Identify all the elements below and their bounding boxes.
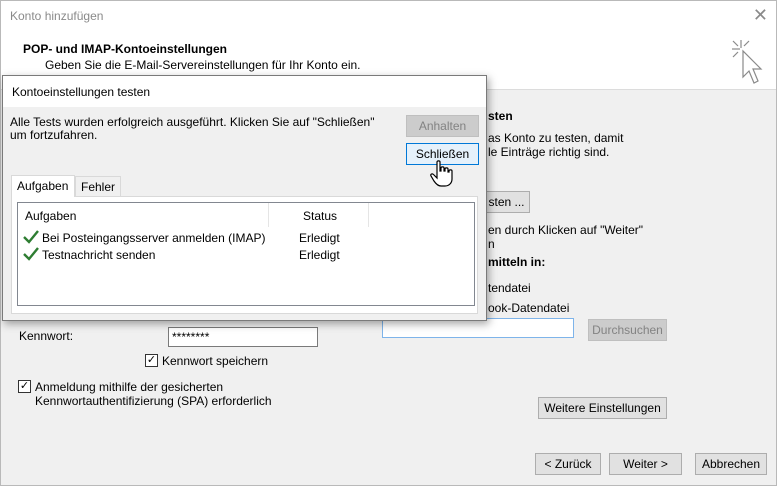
next-button[interactable]: Weiter > bbox=[609, 453, 682, 475]
test-settings-text-line2: le Einträge richtig sind. bbox=[488, 145, 610, 159]
window-title: Konto hinzufügen bbox=[10, 9, 104, 23]
task-name: Testnachricht senden bbox=[42, 248, 156, 262]
password-input[interactable]: ******** bbox=[168, 327, 318, 347]
task-list[interactable]: Aufgaben Status Bei Posteingangsserver a… bbox=[17, 202, 475, 306]
task-row[interactable]: Testnachricht senden Erledigt bbox=[18, 247, 474, 264]
column-header-tasks[interactable]: Aufgaben bbox=[25, 209, 76, 223]
test-account-settings-dialog: Kontoeinstellungen testen Alle Tests wur… bbox=[2, 75, 487, 321]
test-account-settings-button[interactable]: sten ... bbox=[483, 191, 530, 213]
page-subtitle: Geben Sie die E-Mail-Servereinstellungen… bbox=[45, 58, 361, 72]
browse-button[interactable]: Durchsuchen bbox=[588, 319, 667, 341]
test-settings-text-line1: as Konto zu testen, damit bbox=[488, 131, 624, 145]
checkmark-icon bbox=[23, 230, 39, 244]
checkmark-icon bbox=[23, 247, 39, 261]
option-existing-data-file[interactable]: ook-Datendatei bbox=[488, 301, 569, 315]
tab-errors[interactable]: Fehler bbox=[75, 176, 121, 197]
auto-test-text-line2: n bbox=[488, 237, 495, 251]
data-file-path-input[interactable] bbox=[382, 318, 574, 338]
option-new-data-file[interactable]: tendatei bbox=[488, 281, 531, 295]
spa-label-line2: Kennwortauthentifizierung (SPA) erforder… bbox=[35, 394, 272, 408]
back-button[interactable]: < Zurück bbox=[535, 453, 601, 475]
more-settings-button[interactable]: Weitere Einstellungen bbox=[538, 397, 667, 419]
window-titlebar: Konto hinzufügen ✕ bbox=[1, 1, 776, 32]
tab-tasks[interactable]: Aufgaben bbox=[11, 175, 75, 197]
remember-password-label: Kennwort speichern bbox=[162, 354, 269, 368]
test-settings-heading: sten bbox=[488, 109, 513, 123]
dialog-message: Alle Tests wurden erfolgreich ausgeführt… bbox=[10, 115, 375, 142]
auto-test-text-line1: en durch Klicken auf "Weiter" bbox=[488, 223, 644, 237]
sparkle-cursor-icon bbox=[732, 40, 763, 84]
password-label: Kennwort: bbox=[19, 329, 74, 343]
task-status: Erledigt bbox=[299, 248, 340, 262]
stop-button[interactable]: Anhalten bbox=[406, 115, 479, 137]
task-name: Bei Posteingangsserver anmelden (IMAP) bbox=[42, 231, 266, 245]
remember-password-checkbox[interactable]: ✓ bbox=[145, 354, 158, 367]
deliver-to-heading: mitteln in: bbox=[488, 255, 546, 269]
page-title: POP- und IMAP-Kontoeinstellungen bbox=[23, 42, 227, 56]
hand-pointer-icon bbox=[430, 160, 453, 187]
spa-label-line1: Anmeldung mithilfe der gesicherten bbox=[35, 380, 224, 394]
column-divider[interactable] bbox=[268, 203, 269, 227]
spa-checkbox[interactable]: ✓ bbox=[18, 380, 31, 393]
tasks-panel: Aufgaben Status Bei Posteingangsserver a… bbox=[11, 196, 478, 314]
column-header-status[interactable]: Status bbox=[303, 209, 337, 223]
close-icon[interactable]: ✕ bbox=[753, 6, 768, 24]
dialog-title: Kontoeinstellungen testen bbox=[12, 85, 151, 99]
cancel-button[interactable]: Abbrechen bbox=[695, 453, 767, 475]
task-status: Erledigt bbox=[299, 231, 340, 245]
dialog-titlebar: Kontoeinstellungen testen bbox=[3, 76, 486, 107]
column-divider[interactable] bbox=[368, 203, 369, 227]
task-row[interactable]: Bei Posteingangsserver anmelden (IMAP) E… bbox=[18, 230, 474, 247]
